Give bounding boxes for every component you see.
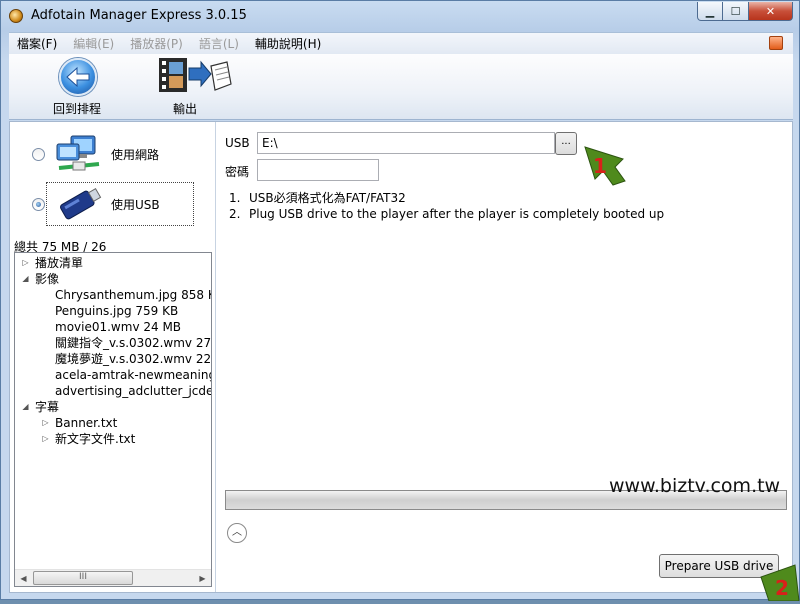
tree-file-label: Chrysanthemum.jpg 858 KB <box>55 288 211 302</box>
instruction-number: 1. <box>229 191 241 205</box>
callout-arrow-1: 1 <box>575 141 627 187</box>
tree-file-label: Banner.txt <box>55 416 118 430</box>
menu-edit: 編輯(E) <box>73 37 115 51</box>
tree-file-label: Penguins.jpg 759 KB <box>55 304 179 318</box>
menu-language: 語言(L) <box>198 37 239 51</box>
use-usb-label: 使用USB <box>111 197 160 212</box>
tree-node-label: 播放清單 <box>35 256 84 270</box>
window-controls: ▁ ☐ ✕ <box>697 2 793 22</box>
film-export-icon <box>157 56 233 96</box>
export-button[interactable]: 輸出 <box>145 56 232 118</box>
scroll-right-icon[interactable]: ▶ <box>194 570 211 586</box>
back-to-schedule-label: 回到排程 <box>52 102 101 116</box>
menu-file[interactable]: 檔案(F) <box>9 35 65 52</box>
expand-icon[interactable]: ▷ <box>41 431 50 447</box>
use-network-radio[interactable] <box>32 147 45 161</box>
network-computers-icon <box>56 135 100 171</box>
usb-path-input[interactable]: E:\ <box>257 132 555 154</box>
app-logo-icon <box>9 9 23 23</box>
chevron-up-icon[interactable]: ︿ <box>227 523 247 543</box>
instruction-text: USB必須格式化為FAT/FAT32 <box>249 191 406 205</box>
collapse-icon[interactable]: ◢ <box>21 271 30 287</box>
tree-file-item[interactable]: 關鍵指令_v.s.0302.wmv 27 MB <box>15 335 211 351</box>
password-label: 密碼 <box>225 165 250 179</box>
expand-icon[interactable]: ▷ <box>21 255 30 271</box>
back-arrow-icon <box>59 58 97 96</box>
scrollbar-thumb[interactable]: III <box>33 571 133 585</box>
tree-file-label: advertising_adclutter_jcdecaux <box>55 384 211 398</box>
tree-file-item[interactable]: movie01.wmv 24 MB <box>15 319 211 335</box>
instruction-number: 2. <box>229 207 241 221</box>
instruction-text: Plug USB drive to the player after the p… <box>249 207 665 221</box>
usb-path-label: USB <box>225 136 250 150</box>
back-to-schedule-button[interactable]: 回到排程 <box>37 56 117 118</box>
use-usb-radio[interactable] <box>32 197 45 211</box>
tree-file-item[interactable]: acela-amtrak-newmeaning-39 <box>15 367 211 383</box>
expand-icon[interactable]: ▷ <box>41 415 50 431</box>
close-button[interactable]: ✕ <box>749 2 793 21</box>
tree-node-media[interactable]: ◢ 影像 <box>15 271 211 287</box>
password-input[interactable] <box>257 159 379 181</box>
tree-file-label: acela-amtrak-newmeaning-39 <box>55 368 211 382</box>
instruction-item: 1. USB必須格式化為FAT/FAT32 <box>229 190 789 206</box>
app-window: Adfotain Manager Express 3.0.15 ▁ ☐ ✕ 檔案… <box>0 0 800 602</box>
tree-file-item[interactable]: advertising_adclutter_jcdecaux <box>15 383 211 399</box>
menu-player: 播放器(P) <box>130 37 183 51</box>
tree-file-item[interactable]: Chrysanthemum.jpg 858 KB <box>15 287 211 303</box>
toolbar: 回到排程 輸出 <box>9 54 793 120</box>
use-network-option[interactable]: 使用網路 <box>32 132 202 176</box>
tree-file-item[interactable]: ▷ 新文字文件.txt <box>15 431 211 447</box>
tree-node-subtitles[interactable]: ◢ 字幕 <box>15 399 211 415</box>
menu-help[interactable]: 輔助說明(H) <box>247 35 329 52</box>
right-pane: USB E:\ ... 密碼 1. USB必須格式化為FAT/FAT32 2. Pl… <box>217 122 793 592</box>
tree-file-item[interactable]: Penguins.jpg 759 KB <box>15 303 211 319</box>
callout-arrow-2: 2 <box>757 561 800 602</box>
tree-node-label: 影像 <box>35 272 60 286</box>
instruction-item: 2. Plug USB drive to the player after the… <box>229 206 789 222</box>
tree-file-item[interactable]: ▷ Banner.txt <box>15 415 211 431</box>
maximize-button[interactable]: ☐ <box>723 2 749 21</box>
tree-file-item[interactable]: 魔境夢遊_v.s.0302.wmv 22 MB <box>15 351 211 367</box>
tree-horizontal-scrollbar[interactable]: ◀ III ▶ <box>15 569 211 586</box>
instructions-list: 1. USB必須格式化為FAT/FAT32 2. Plug USB drive to… <box>229 190 789 222</box>
callout-number-1: 1 <box>593 154 607 178</box>
main-content: 使用網路 使用USB 總共 75 MB / 26 ▷ 播放清單 ◢ 影像 Chr… <box>9 121 793 593</box>
callout-number-2: 2 <box>775 576 789 600</box>
tree-file-label: 新文字文件.txt <box>55 432 136 446</box>
collapse-icon[interactable]: ◢ <box>21 399 30 415</box>
watermark-text: www.biztv.com.tw <box>609 475 781 497</box>
tree-file-label: 魔境夢遊_v.s.0302.wmv 22 MB <box>55 352 211 366</box>
window-title: Adfotain Manager Express 3.0.15 <box>31 8 247 23</box>
tree-file-label: 關鍵指令_v.s.0302.wmv 27 MB <box>55 336 211 350</box>
office-icon[interactable] <box>769 36 783 50</box>
tree-items: ▷ 播放清單 ◢ 影像 Chrysanthemum.jpg 858 KB Pen… <box>15 255 211 569</box>
export-label: 輸出 <box>172 102 197 116</box>
tree-file-label: movie01.wmv 24 MB <box>55 320 182 334</box>
browse-button[interactable]: ... <box>555 132 577 155</box>
title-bar[interactable]: Adfotain Manager Express 3.0.15 ▁ ☐ ✕ <box>1 1 799 31</box>
scroll-left-icon[interactable]: ◀ <box>15 570 32 586</box>
tree-node-playlists[interactable]: ▷ 播放清單 <box>15 255 211 271</box>
tree-node-label: 字幕 <box>35 400 60 414</box>
content-tree[interactable]: ▷ 播放清單 ◢ 影像 Chrysanthemum.jpg 858 KB Pen… <box>14 252 212 587</box>
use-usb-option[interactable]: 使用USB <box>32 182 202 226</box>
minimize-button[interactable]: ▁ <box>697 2 723 21</box>
menu-bar: 檔案(F) 編輯(E) 播放器(P) 語言(L) 輔助說明(H) <box>9 32 793 54</box>
left-pane: 使用網路 使用USB 總共 75 MB / 26 ▷ 播放清單 ◢ 影像 Chr… <box>10 122 216 592</box>
use-network-label: 使用網路 <box>111 147 160 162</box>
